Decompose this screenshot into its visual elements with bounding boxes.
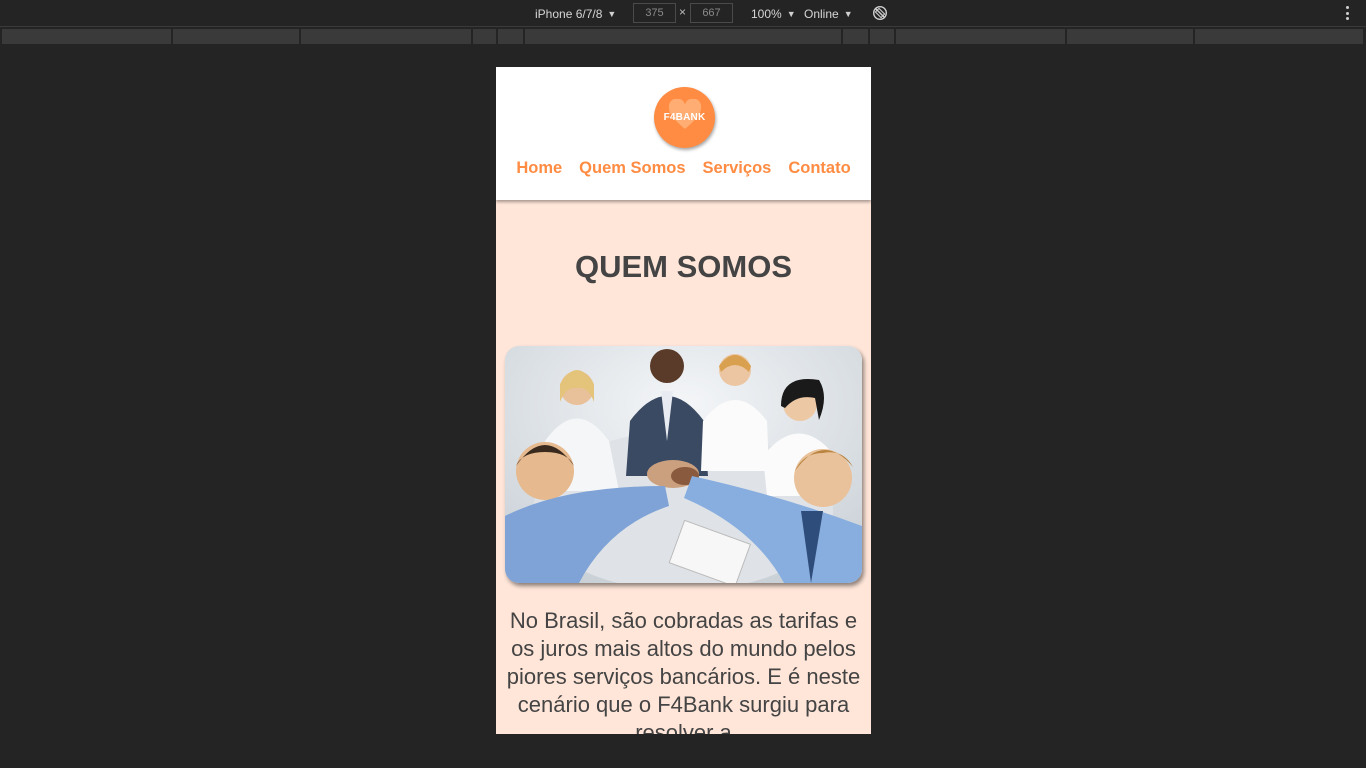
rotate-icon[interactable] [872, 5, 888, 21]
section-title: QUEM SOMOS [574, 249, 792, 284]
chevron-down-icon: ▼ [607, 8, 617, 19]
nav-quem-somos[interactable]: Quem Somos [579, 159, 685, 178]
media-query-bar [0, 28, 1366, 45]
width-input[interactable] [633, 3, 676, 23]
throttling-select[interactable]: Online ▼ [804, 0, 853, 27]
kebab-menu-icon[interactable] [1340, 5, 1354, 21]
media-query-segment[interactable] [473, 29, 497, 44]
team-photo [505, 346, 862, 583]
site-header: F4BANK Home Quem Somos Serviços Contato [496, 67, 871, 200]
media-query-segment[interactable] [1195, 29, 1364, 44]
zoom-value: 100% [751, 6, 782, 21]
dimension-separator: × [679, 5, 687, 19]
nav-contato[interactable]: Contato [788, 159, 850, 178]
chevron-down-icon: ▼ [786, 8, 796, 19]
media-query-segment[interactable] [525, 29, 842, 44]
device-viewport: F4BANK Home Quem Somos Serviços Contato … [496, 67, 871, 734]
throttling-value: Online [804, 6, 839, 21]
logo[interactable]: F4BANK [654, 87, 715, 148]
media-query-segment[interactable] [173, 29, 300, 44]
zoom-select[interactable]: 100% ▼ [751, 0, 796, 27]
about-paragraph: No Brasil, são cobradas as tarifas e os … [506, 608, 861, 734]
device-toolbar: iPhone 6/7/8 ▼ × 100% ▼ Online ▼ [0, 0, 1366, 27]
nav-servicos[interactable]: Serviços [703, 159, 772, 178]
media-query-segment[interactable] [870, 29, 895, 44]
media-query-segment[interactable] [1067, 29, 1194, 44]
nav-home[interactable]: Home [516, 159, 562, 178]
media-query-segment[interactable] [301, 29, 472, 44]
device-name: iPhone 6/7/8 [535, 6, 603, 21]
media-query-segment[interactable] [2, 29, 172, 44]
media-query-segment[interactable] [896, 29, 1066, 44]
height-input[interactable] [690, 3, 733, 23]
chevron-down-icon: ▼ [843, 8, 853, 19]
media-query-segment[interactable] [498, 29, 524, 44]
logo-text: F4BANK [663, 112, 706, 123]
device-select[interactable]: iPhone 6/7/8 ▼ [535, 0, 616, 27]
media-query-segment[interactable] [843, 29, 869, 44]
main-nav: Home Quem Somos Serviços Contato [496, 159, 871, 178]
